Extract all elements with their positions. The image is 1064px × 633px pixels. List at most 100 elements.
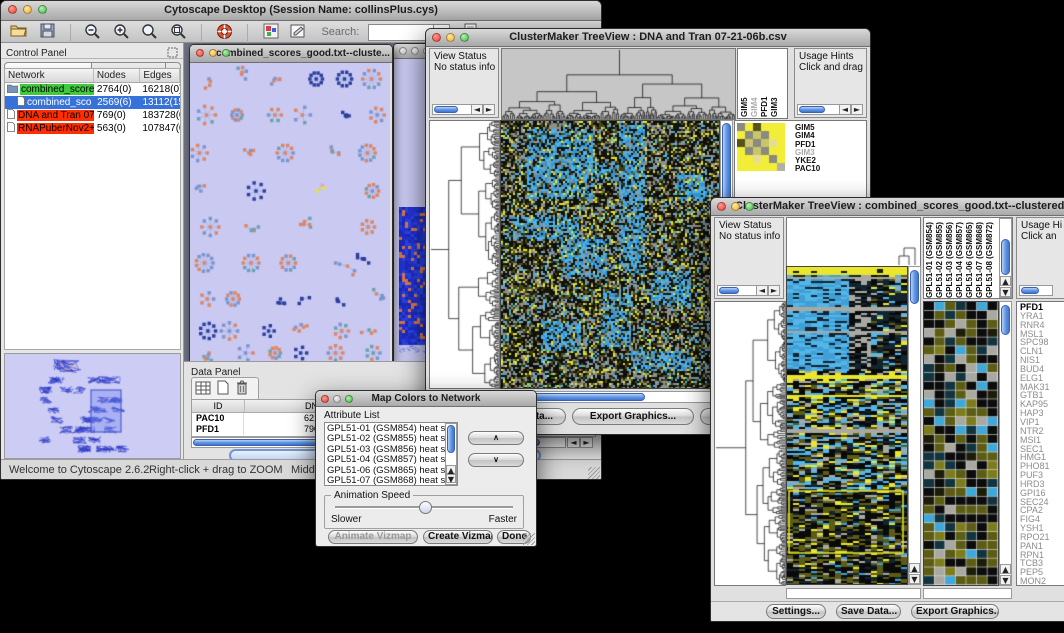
scroll-thumb[interactable] xyxy=(1001,239,1010,275)
tv2-zoom-vscrollbar[interactable]: ▲ ▼ xyxy=(999,301,1012,586)
search-input[interactable] xyxy=(368,24,434,41)
slider-thumb[interactable] xyxy=(419,501,432,514)
scroll-thumb[interactable] xyxy=(447,425,455,453)
treeview2-titlebar[interactable]: ClusterMaker TreeView : combined_scores_… xyxy=(711,198,1064,216)
usage-hints-scrollbar[interactable] xyxy=(1019,285,1053,296)
zoom-out-icon[interactable] xyxy=(81,23,105,45)
attribute-list-item[interactable]: GPL51-07 (GSM868) heat shock 60 min xyxy=(327,476,455,486)
new-attribute-icon[interactable] xyxy=(217,380,229,400)
tv2-global-heatmap[interactable] xyxy=(786,266,908,585)
view-status-scrollbar[interactable] xyxy=(717,285,757,296)
scroll-thumb[interactable] xyxy=(1001,305,1010,335)
treeview1-titlebar[interactable]: ClusterMaker TreeView : DNA and Tran 07-… xyxy=(426,29,870,47)
zoom-button[interactable] xyxy=(745,202,754,211)
network-table-row[interactable]: RNAPuberNov2+563(0)107847(0) xyxy=(5,122,180,135)
scroll-thumb[interactable] xyxy=(434,106,458,113)
column-header[interactable]: Network xyxy=(5,69,94,82)
table-mode-icon[interactable] xyxy=(195,381,211,400)
tv1-heatmap-canvas[interactable] xyxy=(500,120,720,389)
column-header[interactable]: Nodes xyxy=(94,69,140,82)
scroll-right-arrow[interactable]: ► xyxy=(851,104,863,115)
delete-attribute-icon[interactable] xyxy=(236,380,248,400)
tv1-similarity-matrix[interactable] xyxy=(737,123,785,171)
close-button[interactable] xyxy=(196,49,204,57)
close-button[interactable] xyxy=(8,5,17,14)
scroll-left-arrow[interactable]: ◄ xyxy=(839,104,851,115)
scroll-up-arrow[interactable]: ▲ xyxy=(909,563,920,573)
zoom-in-icon[interactable] xyxy=(110,23,134,45)
animate-vizmap-button[interactable]: Animate Vizmap xyxy=(328,530,418,544)
scroll-down-arrow[interactable]: ▼ xyxy=(1000,287,1011,297)
scroll-up-arrow[interactable]: ▲ xyxy=(1000,564,1011,574)
scroll-left-arrow[interactable]: ◄ xyxy=(567,437,580,448)
close-button[interactable] xyxy=(321,395,329,403)
network-table-row[interactable]: DNA and Tran 07769(0)183728(0) xyxy=(5,109,180,122)
minimize-button[interactable] xyxy=(411,47,419,55)
tv2-export-graphics-button[interactable]: Export Graphics... xyxy=(911,604,999,619)
tv2-zoom-heatmap[interactable] xyxy=(923,301,999,586)
animation-speed-slider[interactable] xyxy=(335,506,513,509)
move-up-button[interactable]: ∧ xyxy=(468,431,524,445)
zoom-button[interactable] xyxy=(222,49,230,57)
annotation-icon[interactable] xyxy=(287,23,311,45)
tv2-settings-button[interactable]: Settings... xyxy=(766,604,826,619)
usage-hints-scrollbar[interactable] xyxy=(797,104,841,115)
scroll-down-arrow[interactable]: ▼ xyxy=(909,574,920,584)
scroll-up-arrow[interactable]: ▲ xyxy=(1000,276,1011,286)
resize-grip[interactable] xyxy=(588,467,600,479)
zoom-button[interactable] xyxy=(38,5,47,14)
scroll-thumb[interactable] xyxy=(910,270,919,304)
create-vizmap-button[interactable]: Create Vizmap xyxy=(423,530,493,544)
scroll-down-arrow[interactable]: ▼ xyxy=(446,474,456,483)
minimize-button[interactable] xyxy=(446,33,455,42)
zoom-selected-icon[interactable] xyxy=(138,23,162,45)
scroll-thumb[interactable] xyxy=(1021,287,1039,294)
close-button[interactable] xyxy=(399,47,407,55)
network-table-row[interactable]: combined_scores2764(0)16218(0) xyxy=(5,83,180,96)
float-panel-icon[interactable] xyxy=(167,45,178,63)
network-view-titlebar[interactable]: combined_scores_good.txt--cluste... xyxy=(190,45,392,63)
data-table-header-id[interactable]: ID xyxy=(192,400,245,412)
zoom-button[interactable] xyxy=(460,33,469,42)
dialog-titlebar[interactable]: Map Colors to Network xyxy=(316,391,536,407)
scroll-down-arrow[interactable]: ▼ xyxy=(1000,575,1011,585)
tv2-save-data-button[interactable]: Save Data... xyxy=(836,604,901,619)
scroll-left-arrow[interactable]: ◄ xyxy=(471,104,483,115)
attribute-listbox[interactable]: GPL51-01 (GSM854) heat shock 05 minGPL51… xyxy=(324,422,458,486)
network-table-row[interactable]: combined_sco2569(6)13112(15) xyxy=(5,96,180,109)
save-session-icon[interactable] xyxy=(35,23,59,45)
scroll-right-arrow[interactable]: ► xyxy=(768,285,780,296)
move-down-button[interactable]: ∨ xyxy=(468,453,524,467)
zoom-fit-icon[interactable] xyxy=(167,23,191,45)
scroll-right-arrow[interactable]: ► xyxy=(483,104,495,115)
scroll-up-arrow[interactable]: ▲ xyxy=(446,465,456,474)
tv1-row-dendrogram[interactable] xyxy=(429,120,500,389)
tv1-export-graphics-button[interactable]: Export Graphics... xyxy=(572,408,694,425)
minimize-button[interactable] xyxy=(731,202,740,211)
close-button[interactable] xyxy=(432,33,441,42)
zoom-button[interactable] xyxy=(345,395,353,403)
network-overview-canvas[interactable] xyxy=(4,353,181,459)
tv2-global-hscrollbar[interactable] xyxy=(786,588,921,599)
scroll-right-arrow[interactable]: ► xyxy=(580,437,593,448)
scroll-left-arrow[interactable]: ◄ xyxy=(756,285,768,296)
tv2-collabel-vscrollbar[interactable]: ▲ ▼ xyxy=(999,218,1012,298)
scroll-thumb[interactable] xyxy=(719,287,739,294)
open-session-icon[interactable] xyxy=(7,23,31,45)
scroll-thumb[interactable] xyxy=(799,106,825,113)
minimize-button[interactable] xyxy=(333,395,341,403)
tv2-row-dendrogram[interactable] xyxy=(714,301,786,586)
help-lifering-icon[interactable] xyxy=(213,23,237,45)
column-header[interactable]: Edges xyxy=(140,69,180,82)
tv2-global-vscrollbar[interactable]: ▲ ▼ xyxy=(908,266,921,585)
minimize-button[interactable] xyxy=(23,5,32,14)
close-button[interactable] xyxy=(717,202,726,211)
vizmapper-node-icon[interactable] xyxy=(259,23,283,45)
tv2-column-dendrogram[interactable] xyxy=(786,217,921,266)
tv2-zoom-hscrollbar[interactable] xyxy=(923,588,1012,599)
main-titlebar[interactable]: Cytoscape Desktop (Session Name: collins… xyxy=(1,1,601,21)
attribute-list-scrollbar[interactable]: ▲ ▼ xyxy=(445,423,457,485)
resize-grip[interactable] xyxy=(523,533,535,545)
minimize-button[interactable] xyxy=(209,49,217,57)
network-canvas[interactable] xyxy=(190,63,390,361)
